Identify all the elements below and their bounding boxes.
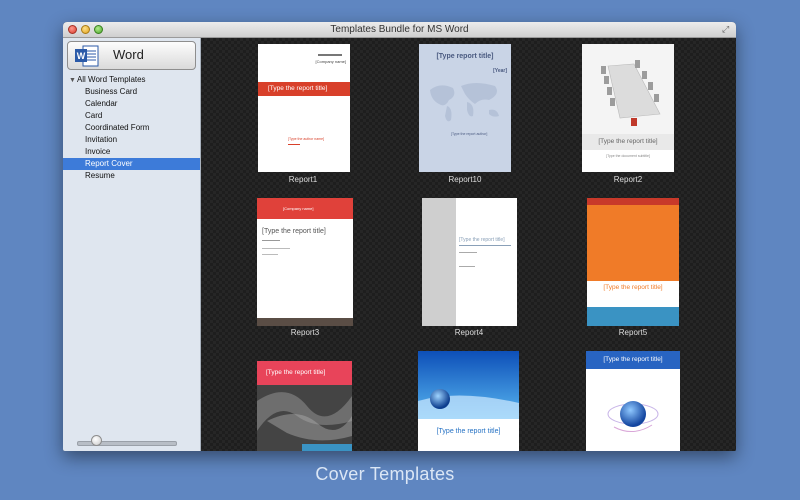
template-tree: ▼All Word Templates Business Card Calend…	[63, 74, 200, 182]
template-grid: [Company name] [Type the report title] […	[201, 38, 736, 451]
template-thumbnail-report4[interactable]: [Type the report title]	[422, 198, 517, 326]
sidebar: W Word ▼All Word Templates Business Card…	[63, 38, 201, 451]
thumb-decoration	[318, 54, 342, 56]
thumb-author-text: [Type the author name]	[288, 137, 324, 141]
thumb-company-text: [Company name]	[283, 206, 314, 211]
tree-item-business-card[interactable]: Business Card	[63, 86, 200, 98]
thumb-footer-band	[257, 318, 353, 326]
thumb-title-band: [Type the report title]	[258, 82, 350, 96]
template-label-report3: Report3	[290, 328, 320, 337]
thumb-title-band: [Type the report title]	[257, 361, 352, 385]
template-label-report1: Report1	[288, 175, 318, 184]
window-title: Templates Bundle for MS Word	[330, 24, 469, 35]
template-thumbnail-report1[interactable]: [Company name] [Type the report title] […	[258, 44, 350, 172]
thumb-title-text: [Type report title]	[436, 53, 494, 60]
fullscreen-icon[interactable]: ⤢	[722, 24, 732, 34]
thumb-title-text: [Type the report title]	[603, 356, 663, 363]
thumb-company-text: [Company name]	[315, 59, 346, 64]
tree-item-invoice[interactable]: Invoice	[63, 146, 200, 158]
template-thumbnail-report2[interactable]: [Type the report title] [Type the docume…	[582, 44, 674, 172]
template-thumbnail-report10[interactable]: [Type report title] [Year] [Type the rep…	[419, 44, 511, 172]
template-label-report5: Report5	[618, 328, 648, 337]
thumb-side-band	[422, 198, 456, 326]
zoom-slider-knob[interactable]	[91, 435, 102, 446]
template-thumbnail-report3[interactable]: [Company name] [Type the report title]	[257, 198, 353, 326]
globe-image	[607, 401, 659, 432]
word-document-icon: W	[75, 45, 99, 67]
thumb-top-band	[587, 198, 679, 205]
thumb-title-text: [Type the report title]	[268, 85, 328, 92]
tree-root-all-templates[interactable]: ▼All Word Templates	[63, 74, 200, 86]
thumb-title-band: [Type the report title]	[582, 134, 674, 150]
app-window: Templates Bundle for MS Word ⤢ W Word ▼A…	[63, 22, 736, 451]
tree-item-card[interactable]: Card	[63, 110, 200, 122]
world-map-image	[430, 83, 499, 122]
thumb-title-text: [Type the report title]	[266, 369, 326, 376]
thumb-decoration	[262, 254, 278, 255]
disclosure-triangle-icon[interactable]: ▼	[69, 75, 76, 87]
thumb-subtitle-text: [Type the document subtitle]	[606, 154, 650, 158]
thumb-header-band: [Company name]	[257, 198, 353, 219]
word-app-button[interactable]: W Word	[67, 41, 196, 70]
thumb-blue-band	[587, 307, 679, 326]
thumb-title-band: [Type the report title]	[586, 351, 680, 369]
thumb-decoration	[288, 144, 300, 145]
template-thumbnail-7[interactable]: [Type the report title]	[257, 361, 352, 451]
tree-item-calendar[interactable]: Calendar	[63, 98, 200, 110]
tree-item-report-cover[interactable]: Report Cover	[63, 158, 200, 170]
thumb-author-text: [Type the report author]	[451, 132, 488, 136]
tree-item-invitation[interactable]: Invitation	[63, 134, 200, 146]
globe-image	[418, 351, 519, 419]
tree-root-label: All Word Templates	[76, 75, 146, 84]
template-label-report2: Report2	[613, 175, 643, 184]
thumb-decoration	[459, 266, 475, 267]
template-thumbnail-9[interactable]: [Type the report title]	[586, 351, 680, 451]
thumb-orange-block	[587, 205, 679, 281]
thumb-title-text: [Type the report title]	[262, 228, 326, 235]
caption-text: Cover Templates	[315, 464, 455, 484]
thumb-decoration	[459, 252, 477, 253]
tree-item-coordinated-form[interactable]: Coordinated Form	[63, 122, 200, 134]
word-button-label: Word	[113, 47, 144, 62]
thumb-title-text: [Type the report title]	[598, 138, 658, 145]
thumb-decoration	[262, 240, 280, 241]
thumb-year-text: [Year]	[493, 68, 507, 74]
word-icon-letter: W	[77, 51, 86, 61]
template-thumbnail-8[interactable]: [Type the report title]	[418, 351, 519, 451]
thumb-title-text: [Type the report title]	[459, 237, 505, 243]
template-thumbnail-report5[interactable]: [Type the report title]	[587, 198, 679, 326]
thumb-decoration	[262, 248, 290, 249]
thumb-title-text: [Type the report title]	[603, 284, 663, 291]
thumb-decoration	[459, 245, 511, 246]
thumb-title-text: [Type the report title]	[436, 428, 501, 435]
template-label-report10: Report10	[448, 175, 482, 184]
template-label-report4: Report4	[454, 328, 484, 337]
tree-item-resume[interactable]: Resume	[63, 170, 200, 182]
title-bar[interactable]: Templates Bundle for MS Word ⤢	[63, 22, 736, 38]
conference-table-image	[582, 44, 674, 134]
